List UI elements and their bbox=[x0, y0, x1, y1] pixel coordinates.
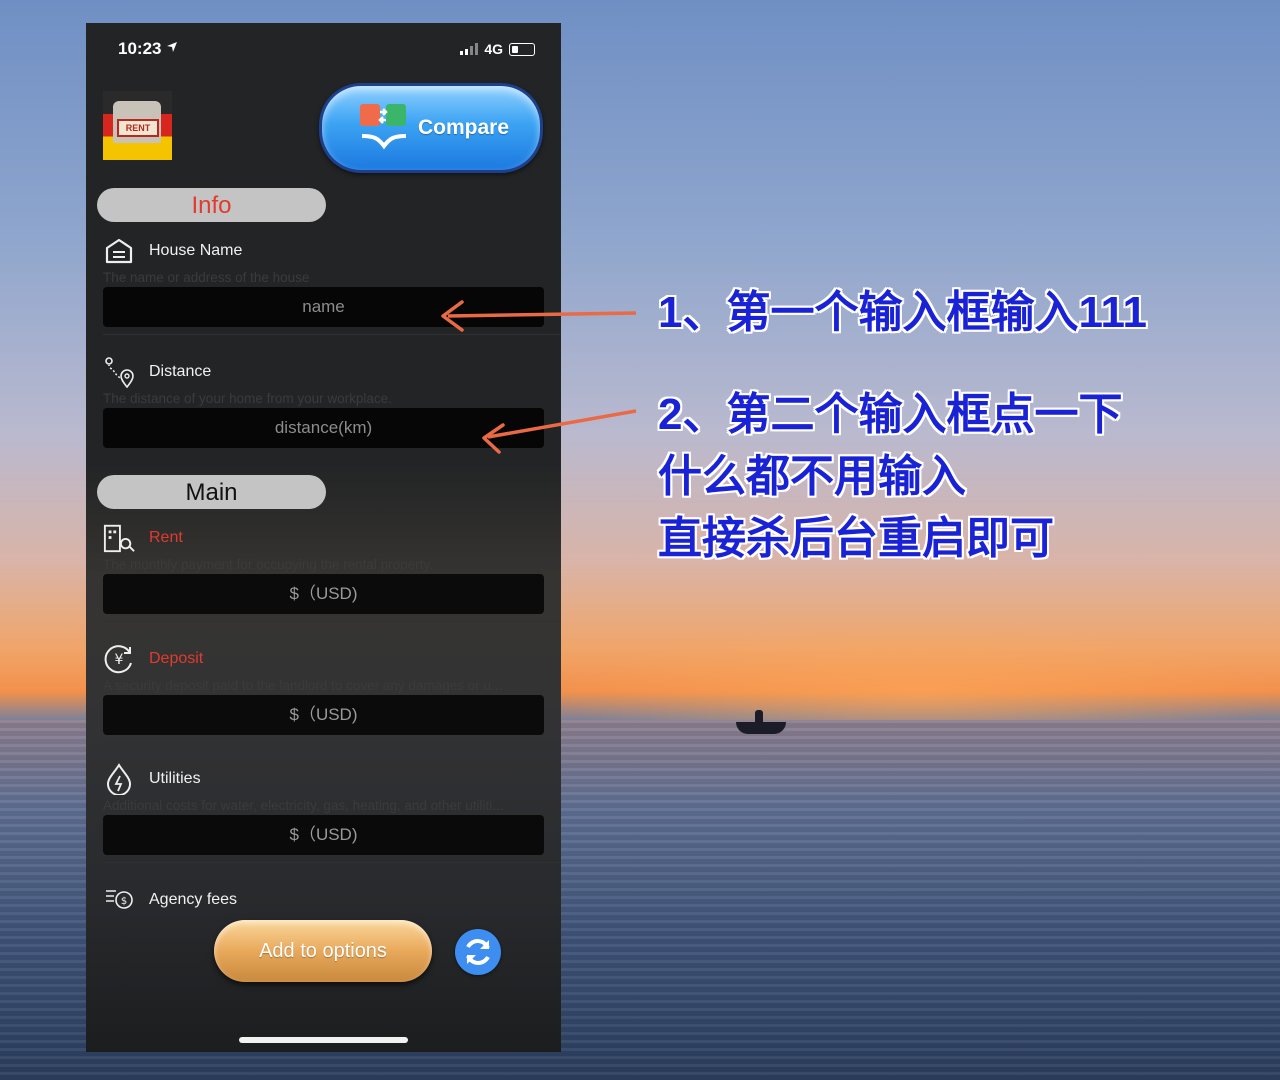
field-description: The name or address of the house bbox=[103, 270, 310, 285]
status-time-text: 10:23 bbox=[118, 39, 162, 58]
refresh-button[interactable] bbox=[455, 929, 501, 975]
rent-sign-logo: RENT bbox=[117, 119, 159, 137]
utilities-input[interactable]: $（USD) bbox=[103, 815, 544, 855]
compare-icon bbox=[360, 104, 407, 150]
note2-line-2: 什么都不用输入 bbox=[658, 452, 966, 501]
note2-line-3: 直接杀后台重启即可 bbox=[658, 514, 1054, 563]
battery-icon bbox=[509, 42, 535, 56]
divider bbox=[103, 862, 561, 863]
svg-text:¥: ¥ bbox=[115, 652, 124, 668]
app-logo: RENT bbox=[103, 91, 172, 160]
field-label: Agency fees bbox=[149, 891, 238, 908]
field-agency-fees: $ Agency fees bbox=[103, 885, 544, 909]
status-right: 4G bbox=[460, 41, 535, 57]
phone-screen: 10:23 4G RENT Compare Info House Name Th… bbox=[86, 23, 561, 1052]
field-description: The monthly payment for occupying the re… bbox=[103, 557, 433, 572]
agency-fee-icon: $ bbox=[103, 885, 135, 909]
field-head: $ Agency fees bbox=[103, 885, 237, 909]
annotation-note-2: 2、第二个输入框点一下 什么都不用输入 直接杀后台重启即可 bbox=[658, 384, 1122, 570]
field-description: Additional costs for water, electricity,… bbox=[103, 798, 504, 813]
compare-label: Compare bbox=[418, 116, 510, 139]
sunset-glow bbox=[560, 620, 1280, 730]
field-label: House Name bbox=[149, 242, 243, 259]
section-main: Main bbox=[97, 475, 326, 509]
fisherman bbox=[755, 710, 763, 724]
rent-input[interactable]: $（USD) bbox=[103, 574, 544, 614]
field-head: Rent bbox=[103, 523, 183, 553]
annotation-note-1: 1、第一个输入框输入111 bbox=[658, 288, 1148, 337]
divider bbox=[103, 334, 561, 335]
field-description: A security deposit paid to the landlord … bbox=[103, 678, 503, 693]
svg-text:$: $ bbox=[121, 896, 127, 907]
divider bbox=[103, 742, 561, 743]
field-label: Deposit bbox=[149, 650, 204, 667]
refresh-icon bbox=[466, 939, 490, 965]
house-name-input[interactable]: name bbox=[103, 287, 544, 327]
network-label: 4G bbox=[484, 41, 503, 57]
add-to-options-button[interactable]: Add to options bbox=[214, 920, 432, 982]
note2-line-1: 2、第二个输入框点一下 bbox=[658, 390, 1123, 439]
yen-coin-icon: ¥ bbox=[103, 644, 135, 674]
building-key-icon bbox=[103, 523, 135, 553]
field-label: Utilities bbox=[149, 770, 201, 787]
utilities-drop-icon bbox=[103, 763, 135, 795]
section-info: Info bbox=[97, 188, 326, 222]
location-arrow-icon bbox=[167, 42, 178, 52]
distance-input[interactable]: distance(km) bbox=[103, 408, 544, 448]
field-description: The distance of your home from your work… bbox=[103, 391, 392, 406]
house-outline-icon bbox=[103, 236, 135, 266]
status-bar: 10:23 4G bbox=[86, 37, 561, 61]
field-head: House Name bbox=[103, 236, 242, 266]
divider bbox=[103, 621, 561, 622]
field-head: ¥ Deposit bbox=[103, 644, 203, 674]
status-time: 10:23 bbox=[118, 39, 178, 59]
field-head: Distance bbox=[103, 357, 212, 388]
field-label: Rent bbox=[149, 529, 183, 546]
home-indicator[interactable] bbox=[239, 1037, 408, 1043]
field-head: Utilities bbox=[103, 763, 201, 795]
compare-button[interactable]: Compare bbox=[319, 83, 543, 173]
deposit-input[interactable]: $（USD) bbox=[103, 695, 544, 735]
field-label: Distance bbox=[149, 363, 212, 380]
route-pin-icon bbox=[103, 357, 135, 388]
signal-icon bbox=[460, 43, 479, 55]
